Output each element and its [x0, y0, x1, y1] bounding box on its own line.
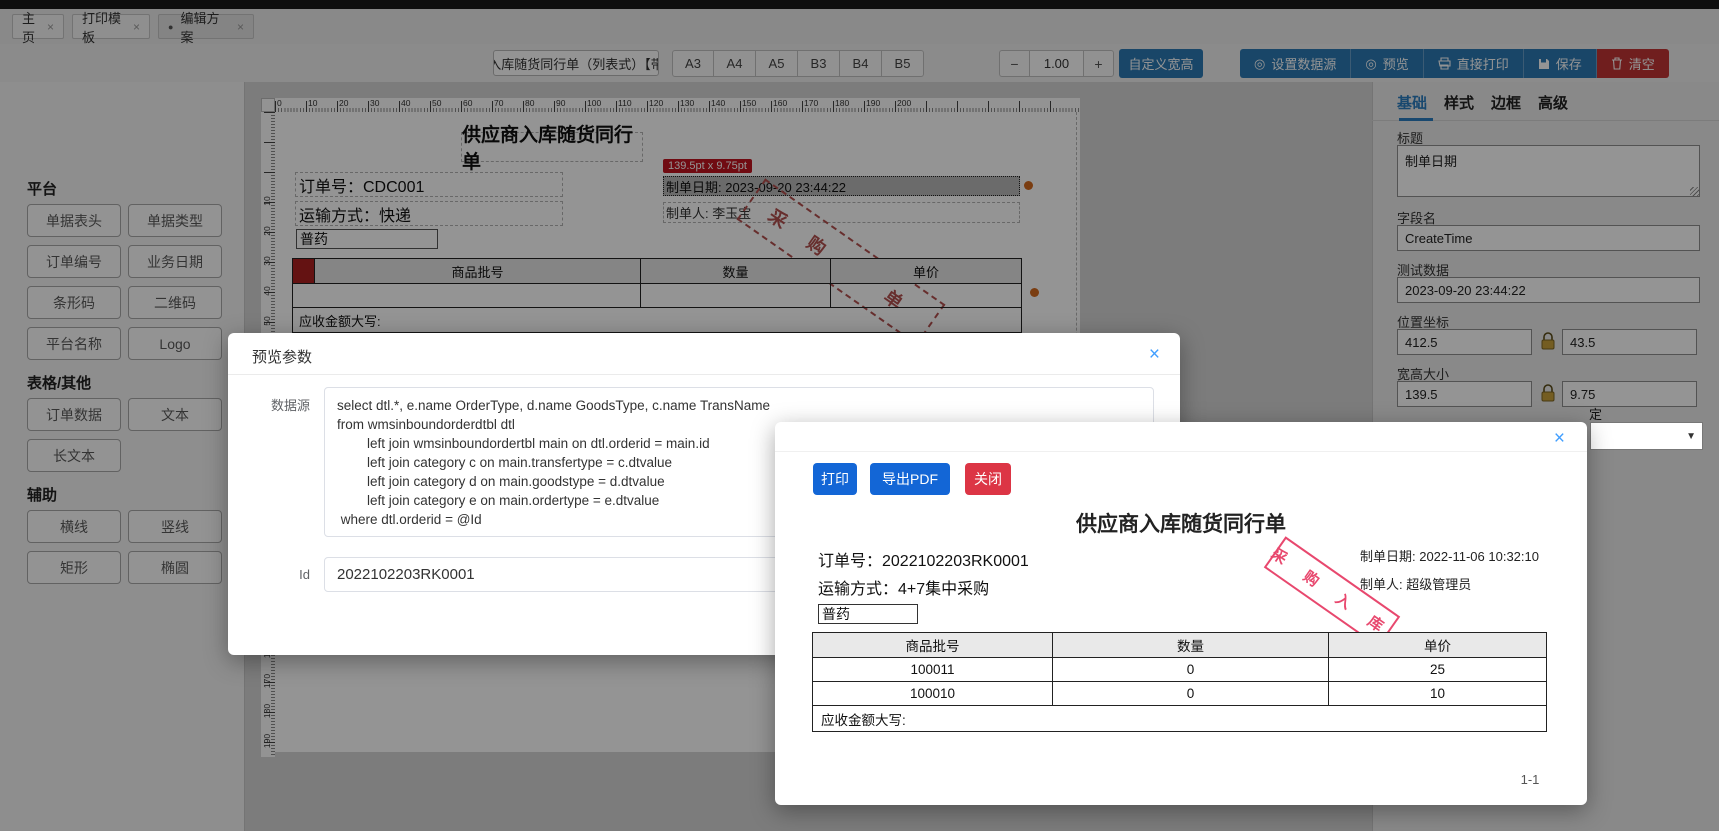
print-button[interactable]: 打印	[813, 463, 857, 495]
close-icon[interactable]: ×	[1149, 345, 1160, 364]
preview-order-no: 订单号：2022102203RK0001	[818, 553, 1029, 570]
export-pdf-button[interactable]: 导出PDF	[870, 463, 950, 495]
cell-price: 10	[1329, 682, 1546, 706]
close-icon[interactable]: ×	[1554, 429, 1565, 448]
table-header-cell: 商品批号	[813, 633, 1053, 658]
table-header-cell: 单价	[1329, 633, 1546, 658]
label-id: Id	[299, 567, 310, 582]
preview-doc-title: 供应商入库随货同行单	[1076, 513, 1286, 536]
preview-table: 商品批号 数量 单价 100011 0 25 100010 0 10 应收金额大…	[812, 632, 1547, 732]
close-preview-button[interactable]: 关闭	[965, 463, 1011, 495]
property-select[interactable]: ▼	[1590, 422, 1703, 450]
table-footer-cell: 应收金额大写:	[821, 712, 906, 728]
preview-transport: 运输方式：4+7集中采购	[818, 581, 990, 598]
modal-title: 预览参数	[252, 349, 313, 366]
modal-header: ×	[775, 422, 1587, 452]
table-header-cell: 数量	[1053, 633, 1329, 658]
table-row: 100010 0 10	[813, 682, 1546, 706]
preview-drug-type: 普药	[818, 604, 918, 624]
cell-qty: 0	[1053, 682, 1329, 706]
print-preview-modal: × 打印 导出PDF 关闭 供应商入库随货同行单 订单号：2022102203R…	[775, 422, 1587, 805]
label-partial-fixed: 定	[1589, 407, 1603, 422]
app-window: 主页 × 打印模板 × ● 编辑方案 × 入库随货同行单（列表式）【带 A3 A…	[0, 0, 1719, 831]
cell-batch: 100010	[813, 682, 1053, 706]
page-indicator: 1-1	[1520, 772, 1540, 787]
cell-qty: 0	[1053, 658, 1329, 682]
modal-header: 预览参数 ×	[228, 333, 1180, 375]
cell-batch: 100011	[813, 658, 1053, 682]
preview-made-date: 制单日期: 2022-11-06 10:32:10	[1360, 549, 1539, 564]
chevron-down-icon: ▼	[1686, 430, 1696, 442]
table-row: 100011 0 25	[813, 658, 1546, 682]
label-datasource: 数据源	[270, 398, 310, 413]
preview-maker: 制单人: 超级管理员	[1360, 577, 1472, 592]
cell-price: 25	[1329, 658, 1546, 682]
